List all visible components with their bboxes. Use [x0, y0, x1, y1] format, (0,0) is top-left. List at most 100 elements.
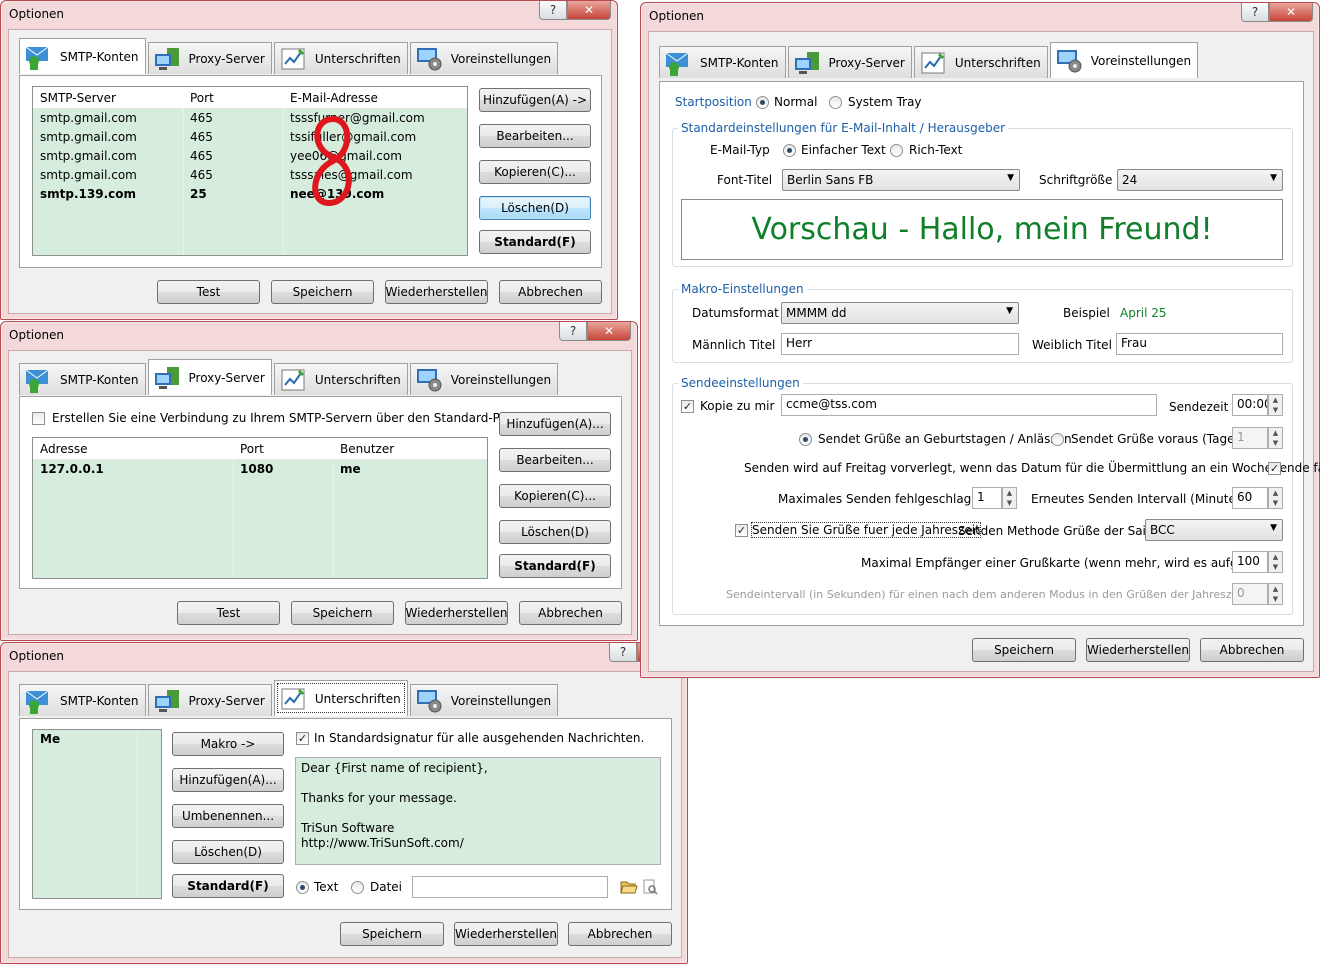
column-header[interactable]: Benutzer	[333, 438, 483, 459]
cancel-button[interactable]: Abbrechen	[519, 601, 622, 625]
test-button[interactable]: Test	[177, 601, 280, 625]
tab-voreinstellungen[interactable]: Voreinstellungen	[1049, 42, 1199, 78]
file-preview-icon[interactable]	[642, 879, 658, 895]
restore-button[interactable]: Wiederherstellen	[405, 601, 508, 625]
send-interval-spinner[interactable]: ▲ ▼	[1268, 583, 1283, 605]
days-ahead-spinner[interactable]: ▲ ▼	[1268, 427, 1283, 449]
table-row[interactable]: smtp.gmail.com 465 tssifuller@gmail.com	[33, 128, 467, 147]
type-file-radio[interactable]	[351, 881, 364, 894]
help-button[interactable]: ?	[539, 1, 567, 20]
email-plain-radio[interactable]	[783, 144, 796, 157]
column-header[interactable]: Port	[233, 438, 333, 459]
close-button[interactable]: ✕	[567, 1, 611, 20]
signature-list[interactable]: Me	[32, 729, 162, 899]
tab-voreinstellungen[interactable]: Voreinstellungen	[409, 684, 559, 716]
default-proxy-button[interactable]: Standard(F)	[499, 554, 611, 578]
send-birthday-radio[interactable]	[799, 433, 812, 446]
signature-editor[interactable]: Dear {First name of recipient}, Thanks f…	[295, 757, 661, 865]
friday-checkbox[interactable]: ✓	[1268, 462, 1281, 475]
column-header[interactable]: Port	[183, 87, 283, 108]
retry-interval-input[interactable]: 60	[1232, 487, 1268, 509]
save-button[interactable]: Speichern	[340, 922, 444, 946]
table-row[interactable]: smtp.gmail.com 465 tsssales@gmail.com	[33, 166, 467, 185]
tab-voreinstellungen[interactable]: Voreinstellungen	[409, 363, 559, 395]
smtp-accounts-grid[interactable]: SMTP-Server Port E-Mail-Adresse smtp.gma…	[32, 86, 468, 256]
save-button[interactable]: Speichern	[291, 601, 394, 625]
help-button[interactable]: ?	[559, 322, 587, 341]
send-interval-input[interactable]: 0	[1232, 583, 1268, 605]
column-header[interactable]: SMTP-Server	[33, 87, 183, 108]
table-row[interactable]: smtp.gmail.com 465 tsssfurner@gmail.com	[33, 109, 467, 128]
copy-to-me-checkbox[interactable]: ✓	[681, 400, 694, 413]
tab-proxy-server[interactable]: Proxy-Server	[147, 359, 272, 395]
table-row[interactable]: 127.0.0.1 1080 me	[33, 460, 487, 479]
start-normal-radio[interactable]	[756, 96, 769, 109]
tab-unterschriften[interactable]: Unterschriften	[273, 363, 408, 395]
tab-smtp-konten[interactable]: SMTP-Konten	[659, 46, 786, 78]
type-text-radio[interactable]	[296, 881, 309, 894]
copy-to-me-input[interactable]: ccme@tss.com	[781, 394, 1157, 416]
table-row-default[interactable]: smtp.139.com 25 nee@139.com	[33, 185, 467, 204]
help-button[interactable]: ?	[609, 643, 637, 662]
tab-proxy-server[interactable]: Proxy-Server	[147, 42, 272, 74]
copy-proxy-button[interactable]: Kopieren(C)...	[499, 484, 611, 508]
add-smtp-button[interactable]: Hinzufügen(A) ->	[479, 88, 591, 112]
tab-unterschriften[interactable]: Unterschriften	[273, 680, 408, 716]
proxy-grid[interactable]: Adresse Port Benutzer 127.0.0.1 1080 me	[32, 437, 488, 579]
tab-smtp-konten[interactable]: SMTP-Konten	[19, 684, 146, 716]
table-row[interactable]: smtp.gmail.com 465 yee06@gmail.com	[33, 147, 467, 166]
send-time-input[interactable]: 00:00	[1232, 394, 1268, 416]
retry-interval-spinner[interactable]: ▲ ▼	[1268, 487, 1283, 509]
rename-signature-button[interactable]: Umbenennen...	[172, 804, 284, 828]
restore-button[interactable]: Wiederherstellen	[1086, 638, 1190, 662]
tab-smtp-konten[interactable]: SMTP-Konten	[19, 38, 146, 74]
tab-voreinstellungen[interactable]: Voreinstellungen	[409, 42, 559, 74]
tab-proxy-server[interactable]: Proxy-Server	[787, 46, 912, 78]
column-header[interactable]: Adresse	[33, 438, 233, 459]
male-title-input[interactable]: Herr	[781, 333, 1019, 355]
column-header[interactable]: E-Mail-Adresse	[283, 87, 463, 108]
send-time-spinner[interactable]: ▲ ▼	[1268, 394, 1283, 416]
max-recipients-spinner[interactable]: ▲ ▼	[1268, 551, 1283, 573]
save-button[interactable]: Speichern	[972, 638, 1076, 662]
seasonal-method-select[interactable]: BCC ▼	[1145, 519, 1283, 541]
open-folder-icon[interactable]	[620, 879, 638, 895]
max-failed-spinner[interactable]: ▲ ▼	[1002, 487, 1017, 509]
email-rich-radio[interactable]	[890, 144, 903, 157]
close-button[interactable]: ✕	[587, 322, 631, 341]
delete-signature-button[interactable]: Löschen(D)	[172, 840, 284, 864]
tab-proxy-server[interactable]: Proxy-Server	[147, 684, 272, 716]
cancel-button[interactable]: Abbrechen	[1200, 638, 1304, 662]
start-tray-radio[interactable]	[829, 96, 842, 109]
tab-unterschriften[interactable]: Unterschriften	[273, 42, 408, 74]
edit-smtp-button[interactable]: Bearbeiten...	[479, 124, 591, 148]
list-item[interactable]: Me	[33, 730, 161, 749]
use-proxy-checkbox[interactable]	[32, 412, 45, 425]
copy-smtp-button[interactable]: Kopieren(C)...	[479, 160, 591, 184]
help-button[interactable]: ?	[1241, 3, 1269, 22]
macro-button[interactable]: Makro ->	[172, 732, 284, 756]
female-title-input[interactable]: Frau	[1116, 333, 1283, 355]
delete-smtp-button[interactable]: Löschen(D)	[479, 196, 591, 220]
max-failed-input[interactable]: 1	[972, 487, 1002, 509]
seasonal-checkbox[interactable]: ✓	[735, 524, 748, 537]
font-size-select[interactable]: 24 ▼	[1117, 169, 1283, 191]
add-proxy-button[interactable]: Hinzufügen(A)...	[499, 412, 611, 436]
file-path-input[interactable]	[412, 876, 608, 898]
restore-button[interactable]: Wiederherstellen	[454, 922, 558, 946]
default-signature-button[interactable]: Standard(F)	[172, 874, 284, 898]
add-signature-button[interactable]: Hinzufügen(A)...	[172, 768, 284, 792]
default-smtp-button[interactable]: Standard(F)	[479, 230, 591, 254]
delete-proxy-button[interactable]: Löschen(D)	[499, 520, 611, 544]
max-recipients-input[interactable]: 100	[1232, 551, 1268, 573]
restore-button[interactable]: Wiederherstellen	[385, 280, 488, 304]
tab-unterschriften[interactable]: Unterschriften	[913, 46, 1048, 78]
cancel-button[interactable]: Abbrechen	[499, 280, 602, 304]
close-button[interactable]: ✕	[1269, 3, 1313, 22]
test-button[interactable]: Test	[157, 280, 260, 304]
days-ahead-input[interactable]: 1	[1232, 427, 1268, 449]
date-format-select[interactable]: MMMM dd ▼	[781, 302, 1019, 324]
cancel-button[interactable]: Abbrechen	[568, 922, 672, 946]
font-select[interactable]: Berlin Sans FB ▼	[782, 169, 1020, 191]
save-button[interactable]: Speichern	[271, 280, 374, 304]
